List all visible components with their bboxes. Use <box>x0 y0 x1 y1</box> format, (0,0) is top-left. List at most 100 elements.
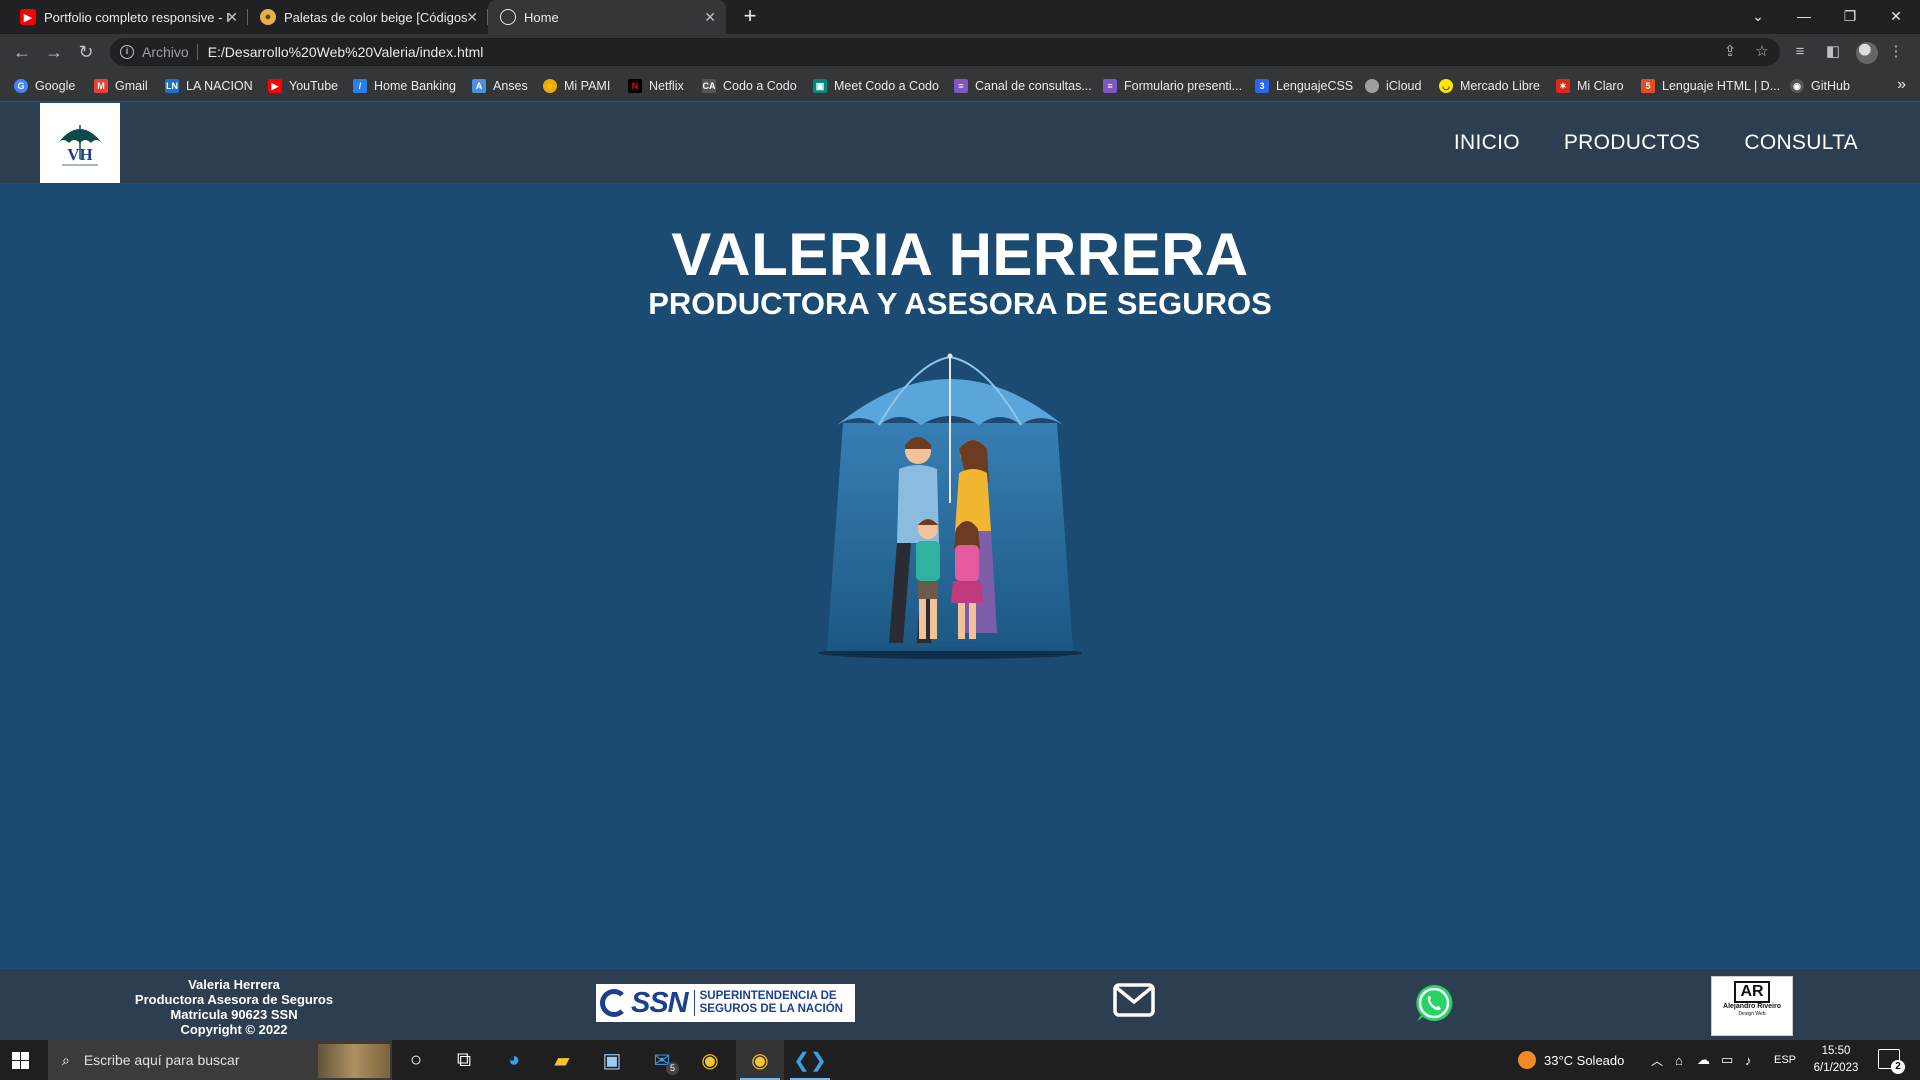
bookmark-css[interactable]: 3 LenguajeCSS <box>1255 70 1353 102</box>
bookmark-google[interactable]: G Google <box>14 70 75 102</box>
bookmark-formulario[interactable]: ≡ Formulario presenti... <box>1103 70 1242 102</box>
bookmark-label: Mi PAMI <box>564 79 611 93</box>
bookmark-label: Mi Claro <box>1577 79 1624 93</box>
bookmark-label: LA NACION <box>186 79 253 93</box>
umbrella-logo-icon: VH <box>58 125 102 166</box>
clock-time: 15:50 <box>1821 1045 1851 1057</box>
edge-icon[interactable]: ◕ <box>490 1040 538 1080</box>
family-umbrella-illustration <box>818 353 1082 659</box>
clock-date: 6/1/2023 <box>1813 1062 1859 1074</box>
nav-consulta[interactable]: CONSULTA <box>1744 131 1858 155</box>
mail-badge: 5 <box>666 1062 679 1075</box>
network-icon[interactable]: ▭ <box>1721 1040 1733 1080</box>
show-hidden-icons[interactable]: ︿ <box>1651 1040 1663 1080</box>
bookmark-meet[interactable]: ▣ Meet Codo a Codo <box>813 70 939 102</box>
hero-title: VALERIA HERRERA <box>671 221 1249 288</box>
bookmark-anses[interactable]: A Anses <box>472 70 528 102</box>
new-tab-button[interactable]: + <box>737 4 763 30</box>
tab-portfolio[interactable]: ▶ Portfolio completo responsive - I ✕ <box>8 0 248 34</box>
volume-icon[interactable]: ♪ <box>1745 1040 1752 1080</box>
github-icon: ◉ <box>1790 79 1804 93</box>
media-queue-icon[interactable]: ≡ <box>1790 42 1810 62</box>
tab-paletas[interactable]: ● Paletas de color beige [Códigos ✕ <box>248 0 488 34</box>
bookmark-label: Mercado Libre <box>1460 79 1540 93</box>
designer-logo-link[interactable]: AR Alejandro Riveiro Design Web <box>1711 976 1793 1036</box>
notification-center-icon[interactable]: 2 <box>1878 1049 1905 1074</box>
vscode-icon[interactable]: ❮❯ <box>786 1040 834 1080</box>
close-icon[interactable]: ✕ <box>704 9 716 26</box>
forward-button[interactable]: → <box>42 40 66 64</box>
designer-name: Alejandro Riveiro <box>1723 1003 1781 1010</box>
mail-app-icon[interactable]: ✉ 5 <box>638 1040 686 1080</box>
store-icon[interactable]: ▣ <box>588 1040 636 1080</box>
weather-widget[interactable]: 33°C Soleado <box>1518 1040 1624 1080</box>
nav-productos[interactable]: PRODUCTOS <box>1564 131 1701 155</box>
language-indicator[interactable]: ESP <box>1774 1040 1796 1080</box>
whatsapp-icon[interactable] <box>1412 981 1456 1025</box>
netflix-icon: N <box>628 79 642 93</box>
task-view-icon[interactable]: ⧉ <box>440 1040 488 1080</box>
claro-icon: ✶ <box>1556 79 1570 93</box>
reload-button[interactable]: ↻ <box>74 40 98 64</box>
globe-icon <box>500 9 516 25</box>
taskbar-search[interactable]: ⌕ Escribe aquí para buscar <box>48 1040 392 1080</box>
bookmark-gmail[interactable]: M Gmail <box>94 70 148 102</box>
more-bookmarks-icon[interactable]: » <box>1897 76 1906 94</box>
cortana-icon[interactable]: ○ <box>392 1040 440 1080</box>
site-logo[interactable]: VH <box>40 103 120 183</box>
nav-inicio[interactable]: INICIO <box>1454 131 1520 155</box>
close-icon[interactable]: ✕ <box>466 9 478 26</box>
bookmark-star-icon[interactable]: ☆ <box>1752 42 1772 62</box>
minimize-button[interactable]: — <box>1781 0 1827 34</box>
chrome-active-icon[interactable]: ◉ <box>736 1040 784 1080</box>
onedrive-icon[interactable]: ☁ <box>1697 1040 1710 1080</box>
bookmark-icloud[interactable]: iCloud <box>1365 70 1421 102</box>
browser-tab-bar: ▶ Portfolio completo responsive - I ✕ ● … <box>0 0 1920 34</box>
bookmark-label: Gmail <box>115 79 148 93</box>
file-explorer-icon[interactable]: ▰ <box>538 1040 586 1080</box>
windows-start-icon[interactable] <box>12 1052 29 1069</box>
footer-name: Valeria Herrera <box>188 977 280 992</box>
profile-avatar[interactable] <box>1856 42 1878 64</box>
hero-subtitle: PRODUCTORA Y ASESORA DE SEGUROS <box>648 286 1272 321</box>
bookmark-lanacion[interactable]: LN LA NACION <box>165 70 253 102</box>
ssn-logo-link[interactable]: SSN SUPERINTENDENCIA DE SEGUROS DE LA NA… <box>596 984 855 1022</box>
tab-home[interactable]: Home ✕ <box>488 0 726 34</box>
menu-icon[interactable]: ⋮ <box>1886 42 1906 62</box>
chrome-icon[interactable]: ◉ <box>686 1040 734 1080</box>
bookmark-html[interactable]: 5 Lenguaje HTML | D... <box>1641 70 1780 102</box>
close-window-button[interactable]: ✕ <box>1873 0 1919 34</box>
info-icon[interactable]: i <box>120 45 134 59</box>
sun-icon <box>1518 1051 1536 1069</box>
bookmark-mipami[interactable]: ○ Mi PAMI <box>543 70 610 102</box>
bookmark-label: iCloud <box>1386 79 1422 93</box>
share-icon[interactable]: ⇪ <box>1720 42 1740 62</box>
bookmark-youtube[interactable]: ▶ YouTube <box>268 70 338 102</box>
address-url[interactable]: E:/Desarrollo%20Web%20Valeria/index.html <box>208 44 484 60</box>
back-button[interactable]: ← <box>10 40 34 64</box>
bookmark-home-banking[interactable]: / Home Banking <box>353 70 456 102</box>
tab-search-icon[interactable]: ⌄ <box>1735 0 1781 34</box>
tab-title: Paletas de color beige [Códigos <box>284 9 468 25</box>
ssn-abbr: SSN <box>631 986 689 1019</box>
clock[interactable]: 15:50 6/1/2023 <box>1808 1043 1864 1077</box>
mail-icon[interactable] <box>1113 983 1155 1017</box>
bookmark-mercadolibre[interactable]: ◡ Mercado Libre <box>1439 70 1540 102</box>
address-bar[interactable]: i Archivo E:/Desarrollo%20Web%20Valeria/… <box>110 38 1780 66</box>
side-panel-icon[interactable]: ◧ <box>1823 42 1843 62</box>
bookmark-codoacodo[interactable]: CA Codo a Codo <box>702 70 797 102</box>
lanacion-icon: LN <box>165 79 179 93</box>
close-icon[interactable]: ✕ <box>226 9 238 26</box>
bookmark-netflix[interactable]: N Netflix <box>628 70 684 102</box>
restore-button[interactable]: ❐ <box>1827 0 1873 34</box>
footer-info: Valeria Herrera Productora Asesora de Se… <box>120 977 348 1037</box>
css-icon: 3 <box>1255 79 1269 93</box>
bookmark-miclaro[interactable]: ✶ Mi Claro <box>1556 70 1624 102</box>
bookmark-canal[interactable]: ≡ Canal de consultas... <box>954 70 1092 102</box>
bookmark-github[interactable]: ◉ GitHub <box>1790 70 1850 102</box>
ssn-line-1: SUPERINTENDENCIA DE <box>699 990 837 1002</box>
search-placeholder: Escribe aquí para buscar <box>83 1052 240 1068</box>
meet-now-icon[interactable]: ⌂ <box>1675 1040 1683 1080</box>
google-icon: G <box>14 79 28 93</box>
form-icon: ≡ <box>1103 79 1117 93</box>
